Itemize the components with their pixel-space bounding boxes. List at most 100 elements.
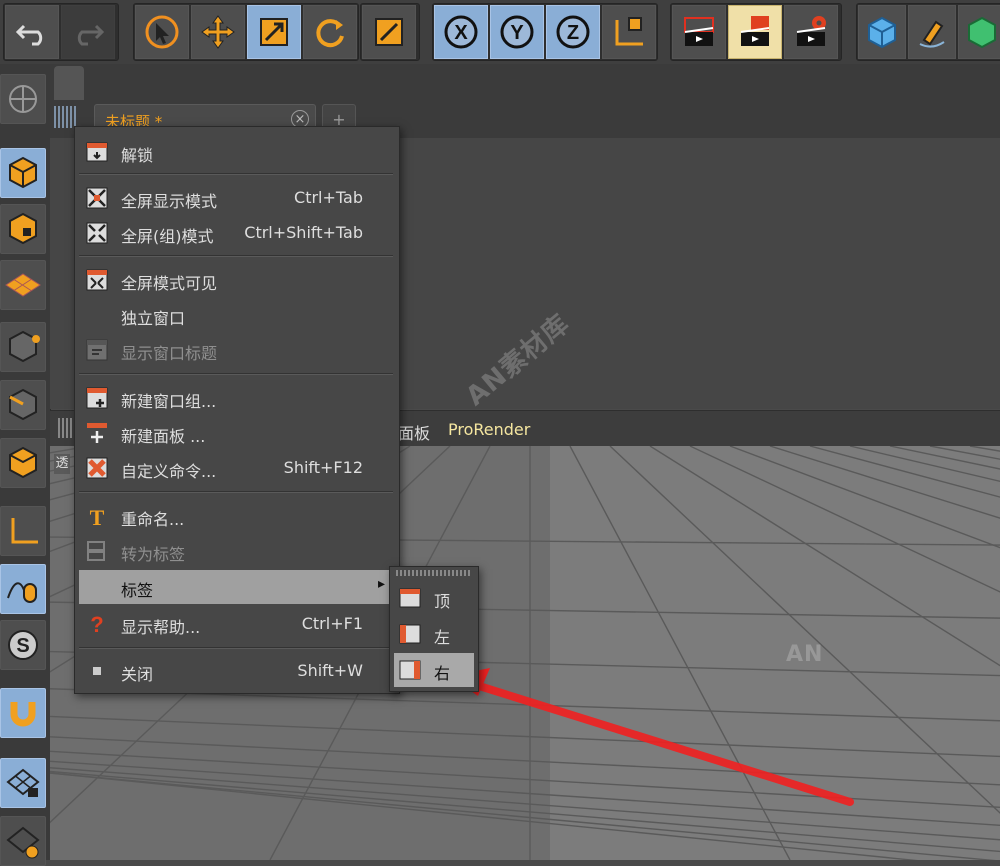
move-tool-button[interactable] [191, 5, 245, 59]
edges-mode-button[interactable] [0, 380, 46, 430]
edges-icon [9, 388, 37, 421]
tweak-mode-button[interactable] [0, 564, 46, 614]
x-axis-button[interactable]: X [434, 5, 488, 59]
coord-group [360, 3, 420, 61]
menu-item-rename[interactable]: T 重命名... [79, 499, 393, 533]
custom-commands-icon [86, 457, 108, 479]
svg-text:S: S [16, 635, 29, 657]
submenu-item-label: 顶 [434, 592, 451, 611]
menu-item-convert-to-tab[interactable]: 转为标签 [79, 534, 393, 568]
coord-icon [375, 18, 403, 46]
pen-icon [919, 20, 945, 48]
menu-separator [79, 173, 393, 175]
z-axis-icon: Z [556, 15, 590, 49]
menu-item-fullscreen-group[interactable]: 全屏(组)模式 Ctrl+Shift+Tab [79, 216, 393, 250]
menu-item-label: 新建面板 ... [121, 427, 206, 446]
cube-icon [868, 16, 896, 49]
menu-item-unlock[interactable]: 解锁 [79, 135, 393, 169]
green-cube-button[interactable] [958, 5, 1000, 59]
mode-model-icon [9, 85, 37, 113]
world-coordinate-button[interactable] [602, 5, 656, 59]
main-toolbar: X Y Z AN AN [0, 0, 1000, 85]
menu-item-label: 显示帮助... [121, 618, 201, 637]
mode-toolbar: S [0, 64, 51, 866]
svg-text:T: T [90, 505, 105, 528]
svg-text:X: X [454, 22, 468, 44]
snap-icon: S [8, 630, 38, 660]
submenu-item-right[interactable]: 右 [394, 653, 474, 687]
menu-item-new-panel[interactable]: 新建面板 ... [79, 416, 393, 450]
axis-icon [11, 518, 38, 544]
points-mode-button[interactable] [0, 322, 46, 372]
menu-item-close[interactable]: 关闭 Shift+W [79, 654, 393, 688]
viewport-menu-panel[interactable]: 面板 [398, 420, 430, 444]
menu-item-label: 解锁 [121, 146, 154, 165]
submenu-item-top[interactable]: 顶 [394, 581, 474, 615]
menu-item-show-window-title[interactable]: 显示窗口标题 [79, 333, 393, 367]
z-axis-button[interactable]: Z [546, 5, 600, 59]
viewport-grip[interactable] [58, 418, 74, 438]
green-cube-icon [968, 16, 996, 49]
create-group [856, 3, 1000, 61]
select-tool-button[interactable] [135, 5, 189, 59]
y-axis-button[interactable]: Y [490, 5, 544, 59]
workplane-button[interactable] [0, 260, 46, 310]
fullscreen-icon [86, 187, 108, 209]
fullscreen-group-icon [86, 222, 108, 244]
menu-item-tabs[interactable]: 标签 ▸ [79, 570, 393, 604]
pen-button[interactable] [908, 5, 956, 59]
redo-icon [77, 24, 105, 46]
world-coordinate-icon [615, 17, 643, 46]
tab-right-icon [399, 660, 421, 680]
render-group [670, 3, 842, 61]
cube-button[interactable] [858, 5, 906, 59]
submenu-item-left[interactable]: 左 [394, 617, 474, 651]
menu-item-label: 转为标签 [121, 545, 186, 564]
workplane-lock-button[interactable] [0, 816, 46, 866]
magnet-button[interactable] [0, 688, 46, 738]
axis-mode-button[interactable] [0, 506, 46, 556]
redo-button[interactable] [61, 5, 115, 59]
undo-icon [15, 24, 43, 46]
render-settings-button[interactable] [784, 5, 838, 59]
texture-mode-button[interactable] [0, 204, 46, 254]
panel-small-tab[interactable] [54, 66, 84, 100]
undo-button[interactable] [5, 5, 59, 59]
tweak-icon [7, 582, 37, 603]
undo-redo-group [3, 3, 119, 61]
svg-text:Z: Z [567, 22, 579, 44]
scale-tool-button[interactable] [247, 5, 301, 59]
mode-model-button[interactable] [0, 74, 46, 124]
workplane-lock-icon [6, 826, 40, 859]
window-title-icon [86, 339, 108, 361]
object-mode-button[interactable] [0, 148, 46, 198]
panel-menu-grip[interactable] [54, 106, 76, 128]
menu-separator [79, 491, 393, 493]
magnet-icon [10, 702, 36, 727]
menu-item-shortcut: Ctrl+F1 [301, 614, 363, 633]
menu-item-fullscreen[interactable]: 全屏显示模式 Ctrl+Tab [79, 181, 393, 215]
points-icon [9, 330, 40, 363]
viewport-menu-prorender[interactable]: ProRender [448, 420, 530, 439]
fullscreen-visible-icon [86, 269, 108, 291]
rotate-tool-button[interactable] [303, 5, 357, 59]
object-mode-icon [9, 156, 37, 189]
polygons-mode-button[interactable] [0, 438, 46, 488]
menu-item-new-window-group[interactable]: 新建窗口组... [79, 381, 393, 415]
menu-item-fullscreen-visible[interactable]: 全屏模式可见 [79, 263, 393, 297]
render-view-button[interactable] [672, 5, 726, 59]
lock-grid-button[interactable] [0, 758, 46, 808]
menu-item-show-help[interactable]: ? 显示帮助... Ctrl+F1 [79, 607, 393, 641]
coord-tool-button[interactable] [362, 5, 416, 59]
tabs-submenu: 顶 左 右 [389, 566, 479, 692]
menu-item-label: 全屏显示模式 [121, 192, 218, 211]
texture-mode-icon [9, 212, 37, 245]
snap-button[interactable]: S [0, 620, 46, 670]
submenu-grip[interactable] [396, 570, 472, 576]
x-axis-icon: X [444, 15, 478, 49]
menu-item-separate-window[interactable]: 独立窗口 [79, 298, 393, 332]
render-to-picture-viewer-button[interactable] [728, 5, 782, 59]
render-settings-icon [796, 16, 826, 46]
menu-item-customize-commands[interactable]: 自定义命令... Shift+F12 [79, 451, 393, 485]
svg-text:Y: Y [510, 22, 524, 44]
